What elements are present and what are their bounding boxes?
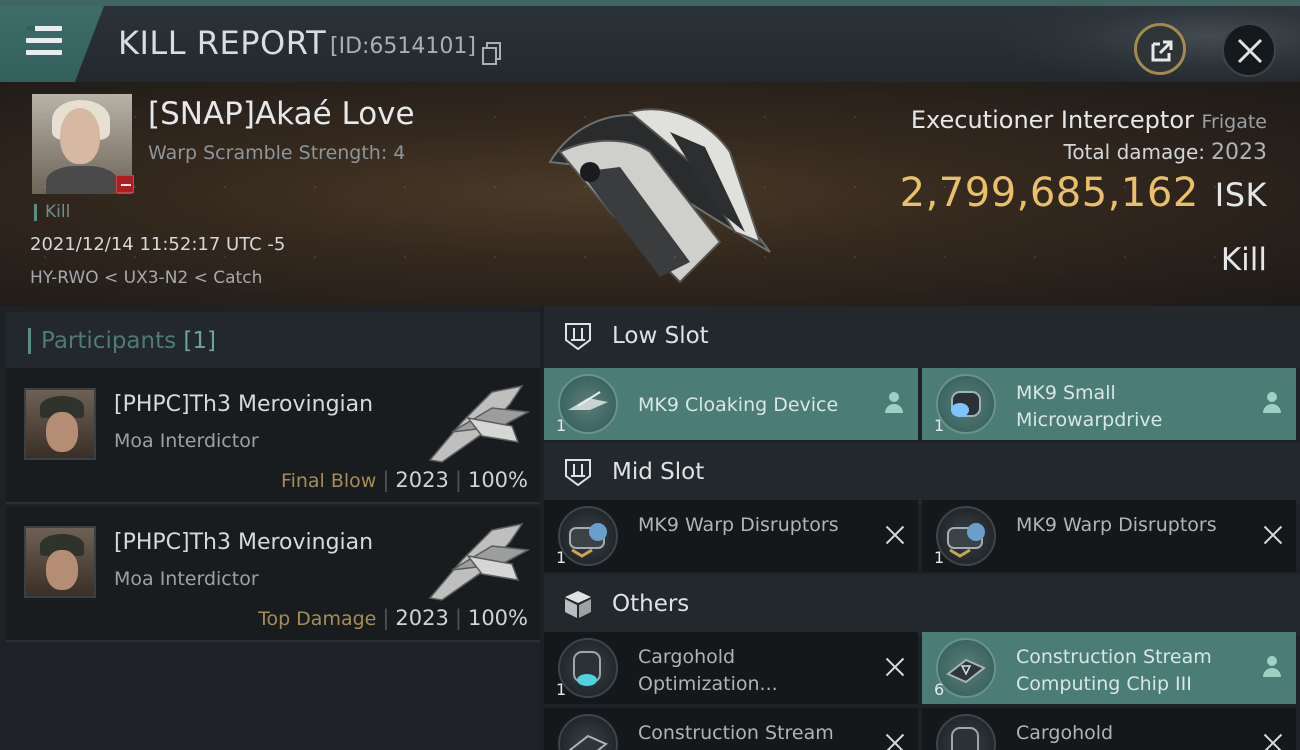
module-qty: 1: [556, 416, 567, 435]
participant-role: Top Damage: [258, 608, 377, 630]
module-item[interactable]: Cargohold: [922, 708, 1296, 750]
person-icon: [1262, 656, 1282, 678]
victim-banner: [SNAP]Akaé Love Warp Scramble Strength: …: [0, 82, 1300, 306]
module-item[interactable]: Construction Stream: [544, 708, 918, 750]
section-title: Others: [612, 591, 690, 617]
section-mid-slot: Mid Slot: [544, 442, 1300, 504]
section-title: Mid Slot: [612, 459, 705, 485]
ship-class: Frigate: [1201, 111, 1267, 133]
module-icon: [936, 714, 996, 750]
participant-row[interactable]: [PHPC]Th3 Merovingian Moa Interdictor To…: [6, 506, 540, 642]
module-icon: [558, 374, 618, 434]
module-name: Cargohold: [1016, 722, 1114, 744]
isk-amount: 2,799,685,162: [899, 170, 1199, 216]
participant-avatar[interactable]: [24, 388, 96, 460]
participant-stats: Final Blow | 2023 | 100%: [281, 468, 528, 492]
page-title: KILL REPORT: [118, 24, 327, 62]
module-name: MK9 Cloaking Device: [638, 394, 839, 416]
module-item[interactable]: 1 Cargohold Optimization...: [544, 632, 918, 704]
participants-count: [1]: [183, 328, 217, 354]
participant-stats: Top Damage | 2023 | 100%: [258, 606, 528, 630]
participant-row[interactable]: [PHPC]Th3 Merovingian Moa Interdictor Fi…: [6, 368, 540, 504]
module-name: MK9 Warp Disruptors: [1016, 514, 1217, 536]
module-icon: [936, 506, 996, 566]
module-qty: 6: [934, 680, 945, 699]
module-name: MK9 Warp Disruptors: [638, 514, 839, 536]
external-link-icon: [1151, 40, 1173, 62]
participant-ship: Moa Interdictor: [114, 430, 259, 452]
participant-ship-image: [428, 522, 531, 601]
participant-percent: 100%: [467, 606, 528, 630]
module-item[interactable]: 1 MK9 Cloaking Device: [544, 368, 918, 440]
module-icon: [936, 638, 996, 698]
module-qty: 1: [934, 548, 945, 567]
module-name: Cargohold Optimization...: [638, 646, 778, 695]
cube-icon: [565, 591, 591, 618]
x-icon: [1262, 524, 1284, 546]
title-bar: KILL REPORT [ID:6514101]: [0, 0, 1300, 82]
section-low-slot: Low Slot: [544, 306, 1300, 368]
participant-name: [PHPC]Th3 Merovingian: [114, 530, 374, 555]
victim-subtitle: Warp Scramble Strength: 4: [148, 142, 406, 164]
module-qty: 1: [934, 416, 945, 435]
participant-damage: 2023: [395, 468, 449, 492]
kill-tag: Kill: [34, 204, 70, 221]
section-others: Others: [544, 574, 1300, 636]
ship-type: Executioner Interceptor: [910, 106, 1194, 134]
isk-unit: ISK: [1214, 176, 1267, 214]
participants-header: Participants [1]: [6, 312, 540, 370]
close-icon: [1237, 38, 1263, 64]
module-item[interactable]: 1 MK9 Warp Disruptors: [922, 500, 1296, 572]
module-icon: [558, 638, 618, 698]
victim-name[interactable]: [SNAP]Akaé Love: [148, 96, 415, 132]
participants-panel: Participants [1] [PHPC]Th3 Merovingian M…: [0, 306, 540, 750]
standing-badge: [116, 175, 134, 193]
kill-datetime: 2021/12/14 11:52:17 UTC -5: [30, 234, 286, 255]
module-item[interactable]: 1 MK9 Warp Disruptors: [544, 500, 918, 572]
ship-name[interactable]: Executioner Interceptor Frigate: [911, 106, 1267, 134]
ship-image: [548, 108, 771, 284]
menu-button[interactable]: [0, 6, 104, 82]
x-icon: [884, 732, 906, 750]
participant-role: Final Blow: [281, 470, 377, 492]
hamburger-icon: [26, 26, 62, 56]
module-name: Construction Stream Computing Chip III: [1016, 646, 1212, 695]
module-name: MK9 Small Microwarpdrive: [1016, 382, 1163, 431]
participant-ship-image: [428, 384, 531, 463]
person-icon: [884, 392, 904, 414]
low-slot-icon: [565, 323, 591, 351]
kill-location[interactable]: HY-RWO < UX3-N2 < Catch: [30, 268, 262, 288]
section-title: Low Slot: [612, 323, 709, 349]
module-icon: [936, 374, 996, 434]
participant-damage: 2023: [395, 606, 449, 630]
participant-avatar[interactable]: [24, 526, 96, 598]
mid-slot-icon: [565, 459, 591, 487]
x-icon: [884, 524, 906, 546]
person-icon: [1262, 392, 1282, 414]
total-damage: Total damage: 2023: [1064, 140, 1268, 165]
module-qty: 1: [556, 548, 567, 567]
share-button[interactable]: [1134, 23, 1186, 75]
total-damage-value: 2023: [1211, 140, 1267, 165]
x-icon: [1262, 732, 1284, 750]
module-icon: [558, 714, 618, 750]
kill-result: Kill: [1220, 242, 1267, 278]
module-item[interactable]: 1 MK9 Small Microwarpdrive: [922, 368, 1296, 440]
x-icon: [884, 656, 906, 678]
module-icon: [558, 506, 618, 566]
participant-percent: 100%: [467, 468, 528, 492]
isk-value: 2,799,685,162 ISK: [900, 170, 1267, 216]
module-qty: 1: [556, 680, 567, 699]
victim-portrait[interactable]: [32, 94, 132, 194]
participants-label: Participants: [41, 328, 177, 354]
fitting-panel: Low Slot 1 MK9 Cloaking Device 1 MK9 Sma…: [544, 306, 1300, 750]
kill-id: [ID:6514101]: [330, 34, 476, 59]
copy-icon[interactable]: [482, 42, 501, 65]
participant-ship: Moa Interdictor: [114, 568, 259, 590]
participant-name: [PHPC]Th3 Merovingian: [114, 392, 374, 417]
total-damage-label: Total damage:: [1063, 140, 1206, 164]
close-button[interactable]: [1222, 23, 1276, 77]
module-name: Construction Stream: [638, 722, 834, 744]
module-item[interactable]: 6 Construction Stream Computing Chip III: [922, 632, 1296, 704]
